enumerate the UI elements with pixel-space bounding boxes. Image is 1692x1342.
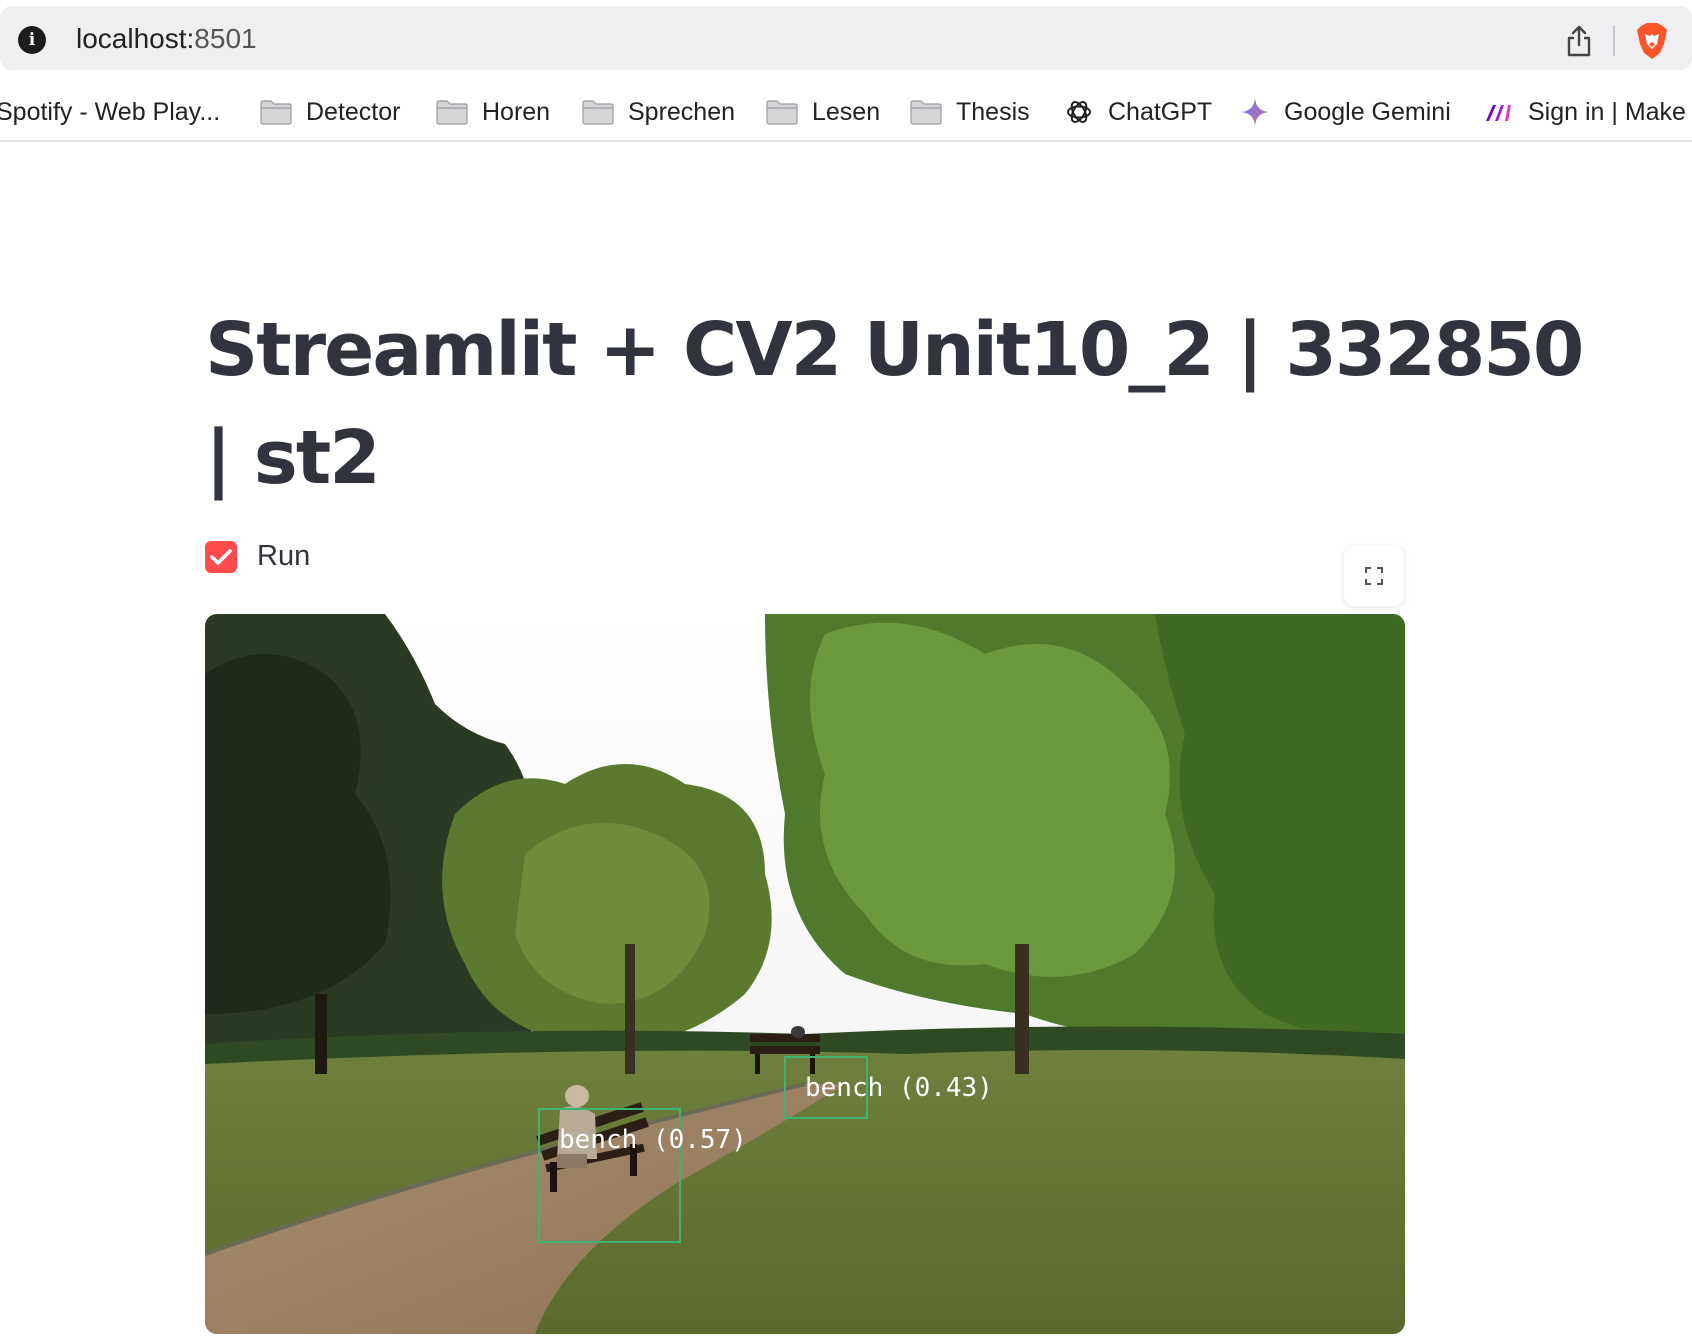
folder-icon <box>436 100 468 125</box>
gemini-icon <box>1241 98 1269 126</box>
url-text[interactable]: localhost:8501 <box>76 22 257 56</box>
bookmarks-bar: Spotify - Web Play... Detector Horen Spr… <box>0 84 1692 142</box>
folder-icon <box>260 100 292 125</box>
url-host: localhost: <box>76 23 195 54</box>
make-icon <box>1486 105 1511 121</box>
bookmark-google-gemini[interactable]: Google Gemini <box>1240 94 1451 130</box>
bookmark-make[interactable]: Sign in | Make <box>1484 94 1686 130</box>
site-info-icon[interactable]: i <box>18 26 46 54</box>
bookmark-sprechen[interactable]: Sprechen <box>582 94 735 130</box>
bookmark-label: Spotify - Web Play... <box>0 97 221 126</box>
url-port: 8501 <box>194 23 257 54</box>
video-frame: bench (0.57) bench (0.43) <box>205 614 1405 1334</box>
folder-icon <box>766 100 798 125</box>
page-title: Streamlit + CV2 Unit10_2 | 332850 | st2 <box>205 307 1584 501</box>
park-scene-image: bench (0.57) bench (0.43) <box>205 614 1405 1334</box>
bookmark-label: Sign in | Make <box>1528 97 1686 126</box>
url-bar-divider <box>1613 26 1615 56</box>
run-checkbox[interactable]: Run <box>205 540 310 573</box>
bookmark-label: Google Gemini <box>1284 97 1451 126</box>
bookmark-spotify[interactable]: Spotify - Web Play... <box>0 94 220 130</box>
share-icon[interactable] <box>1565 24 1593 58</box>
detection-label-1: bench (0.57) <box>559 1125 747 1155</box>
bookmark-chatgpt[interactable]: ChatGPT <box>1064 94 1212 130</box>
bookmark-label: Lesen <box>812 97 881 126</box>
bookmark-thesis[interactable]: Thesis <box>910 94 1030 130</box>
chatgpt-icon <box>1067 101 1091 123</box>
bookmark-label: ChatGPT <box>1108 97 1213 126</box>
bookmark-label: Thesis <box>956 97 1030 126</box>
detection-label-2: bench (0.43) <box>805 1073 993 1103</box>
bookmark-lesen[interactable]: Lesen <box>766 94 880 130</box>
checkbox-checked-icon[interactable] <box>205 540 237 573</box>
brave-shields-icon[interactable] <box>1635 22 1669 60</box>
bookmark-horen[interactable]: Horen <box>436 94 550 130</box>
fullscreen-button[interactable] <box>1344 546 1404 606</box>
folder-icon <box>910 100 942 125</box>
bookmark-label: Horen <box>482 97 551 126</box>
run-checkbox-label: Run <box>257 540 311 572</box>
bookmark-label: Sprechen <box>628 97 736 126</box>
bookmark-label: Detector <box>306 97 401 126</box>
address-bar[interactable]: i localhost:8501 <box>0 6 1692 70</box>
folder-icon <box>582 100 614 125</box>
bookmark-detector[interactable]: Detector <box>260 94 400 130</box>
fullscreen-icon <box>1365 567 1383 585</box>
